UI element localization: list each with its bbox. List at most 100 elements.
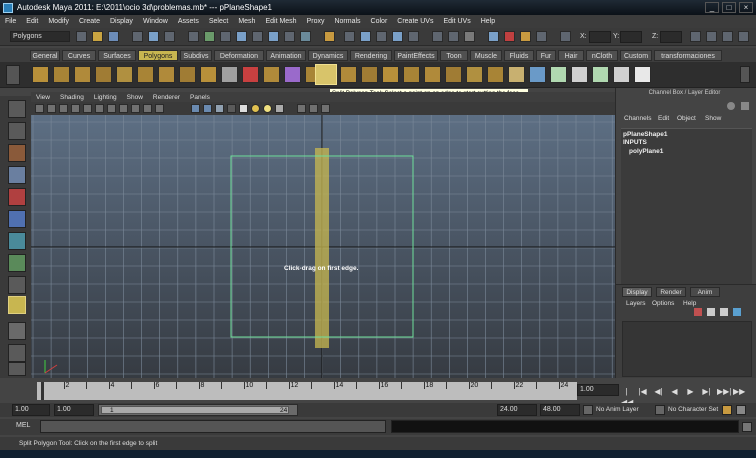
menu-color[interactable]: Color <box>366 18 393 25</box>
menu-create-uvs[interactable]: Create UVs <box>392 18 438 25</box>
layer-list[interactable] <box>622 321 752 377</box>
step-back-frame-icon[interactable]: |◀ <box>637 386 648 397</box>
xray-icon[interactable] <box>227 104 236 113</box>
poly-sphere-icon[interactable] <box>32 66 49 83</box>
bevel-icon[interactable] <box>466 66 483 83</box>
append-polygon-icon[interactable] <box>382 66 399 83</box>
close-button[interactable]: × <box>739 2 753 13</box>
input-ops-icon[interactable] <box>432 31 443 42</box>
safe-action-icon[interactable] <box>143 104 152 113</box>
channel-box-icon[interactable] <box>738 31 749 42</box>
shelf-options-icon[interactable] <box>6 65 20 85</box>
x-field[interactable] <box>589 31 611 43</box>
render-current-frame-icon[interactable] <box>504 31 515 42</box>
poly-torus-icon[interactable] <box>137 66 154 83</box>
selected-object-name[interactable]: pPlaneShape1 <box>623 131 667 138</box>
construction-history-icon[interactable] <box>464 31 475 42</box>
time-slider[interactable]: 2 4 6 8 10 12 14 16 18 20 22 24 <box>37 382 577 400</box>
channel-box-mode-icon[interactable] <box>727 102 735 110</box>
four-view-layout-icon[interactable] <box>8 344 26 362</box>
shelf-tab-fur[interactable]: Fur <box>536 50 556 61</box>
layer-menu-help[interactable]: Help <box>683 300 696 307</box>
shelf-tab-hair[interactable]: Hair <box>558 50 584 61</box>
offset-edge-loop-icon[interactable] <box>445 66 462 83</box>
poly-pipe-icon[interactable] <box>179 66 196 83</box>
output-ops-icon[interactable] <box>448 31 459 42</box>
step-forward-key-icon[interactable]: ▶| <box>701 386 712 397</box>
anim-layer-dropdown-icon[interactable] <box>583 405 593 415</box>
range-slider[interactable]: 1 24 <box>98 404 298 416</box>
soft-modification-icon[interactable] <box>8 254 26 272</box>
panel-menu-panels[interactable]: Panels <box>185 94 215 101</box>
toggle-sidebar-icon[interactable] <box>690 31 701 42</box>
poly-cone-icon[interactable] <box>95 66 112 83</box>
cb-menu-edit[interactable]: Edit <box>658 115 669 122</box>
attribute-editor-icon[interactable] <box>706 31 717 42</box>
all-lights-icon[interactable] <box>251 104 260 113</box>
mask-surfaces-icon[interactable] <box>252 31 263 42</box>
grid-toggle-icon[interactable] <box>83 104 92 113</box>
poly-plane-icon[interactable] <box>116 66 133 83</box>
select-by-hierarchy-icon[interactable] <box>132 31 143 42</box>
menu-file[interactable]: File <box>0 18 21 25</box>
mask-rendering-icon[interactable] <box>300 31 311 42</box>
select-camera-icon[interactable] <box>35 104 44 113</box>
panel-menu-show[interactable]: Show <box>122 94 148 101</box>
go-to-end-icon[interactable]: ▶▶ <box>733 386 745 397</box>
cylindrical-mapping-icon[interactable] <box>571 66 588 83</box>
character-set-dropdown-icon[interactable] <box>655 405 665 415</box>
wedge-face-icon[interactable] <box>529 66 546 83</box>
step-back-key-icon[interactable]: ◀| <box>653 386 664 397</box>
single-perspective-layout-icon[interactable] <box>8 322 26 340</box>
menu-normals[interactable]: Normals <box>329 18 365 25</box>
save-scene-icon[interactable] <box>108 31 119 42</box>
spherical-mapping-icon[interactable] <box>592 66 609 83</box>
film-gate-icon[interactable] <box>95 104 104 113</box>
snap-point-icon[interactable] <box>376 31 387 42</box>
panel-menu-renderer[interactable]: Renderer <box>148 94 185 101</box>
shelf-tab-curves[interactable]: Curves <box>62 50 96 61</box>
step-forward-frame-icon[interactable]: ▶▶| <box>717 386 731 397</box>
perspective-viewport[interactable]: Click-drag on first edge. <box>31 115 615 378</box>
menu-modify[interactable]: Modify <box>43 18 74 25</box>
split-polygon-tool-icon[interactable] <box>315 64 337 85</box>
current-tool-icon[interactable] <box>8 296 26 314</box>
shelf-tab-muscle[interactable]: Muscle <box>470 50 502 61</box>
render-settings-icon[interactable] <box>536 31 547 42</box>
smooth-shade-icon[interactable] <box>203 104 212 113</box>
bookmarks-icon[interactable] <box>59 104 68 113</box>
shelf-tab-subdivs[interactable]: Subdivs <box>180 50 212 61</box>
maximize-button[interactable]: □ <box>722 2 736 13</box>
new-layer-icon[interactable] <box>707 308 715 316</box>
shelf-tab-custom[interactable]: Custom <box>620 50 652 61</box>
shelf-tab-fluids[interactable]: Fluids <box>504 50 534 61</box>
layer-menu-layers[interactable]: Layers <box>626 300 646 307</box>
poly-cylinder-icon[interactable] <box>74 66 91 83</box>
wireframe-on-shaded-icon[interactable] <box>215 104 224 113</box>
menu-help[interactable]: Help <box>476 18 500 25</box>
script-editor-icon[interactable] <box>742 422 752 432</box>
universal-manipulator-icon[interactable] <box>8 232 26 250</box>
animation-preferences-icon[interactable] <box>736 405 746 415</box>
layer-tab-display[interactable]: Display <box>622 287 652 297</box>
shelf-tab-rendering[interactable]: Rendering <box>350 50 392 61</box>
shelf-tab-animation[interactable]: Animation <box>266 50 306 61</box>
default-lighting-icon[interactable] <box>239 104 248 113</box>
menu-edit[interactable]: Edit <box>21 18 43 25</box>
selection-mask-icon[interactable] <box>188 31 199 42</box>
new-layer-selected-icon[interactable] <box>694 308 702 316</box>
menu-window[interactable]: Window <box>138 18 173 25</box>
new-scene-icon[interactable] <box>76 31 87 42</box>
layer-attributes-icon[interactable] <box>733 308 741 316</box>
automatic-mapping-icon[interactable] <box>613 66 630 83</box>
hud-toggle-icon[interactable] <box>321 104 330 113</box>
shelf-tab-deformation[interactable]: Deformation <box>214 50 264 61</box>
menu-assets[interactable]: Assets <box>173 18 204 25</box>
current-frame-field[interactable]: 1.00 <box>577 384 619 396</box>
menu-proxy[interactable]: Proxy <box>302 18 330 25</box>
smooth-icon[interactable] <box>263 66 280 83</box>
select-by-component-icon[interactable] <box>164 31 175 42</box>
mask-curves-icon[interactable] <box>236 31 247 42</box>
range-slider-handle[interactable]: 1 24 <box>101 406 289 414</box>
shelf-tab-toon[interactable]: Toon <box>440 50 468 61</box>
